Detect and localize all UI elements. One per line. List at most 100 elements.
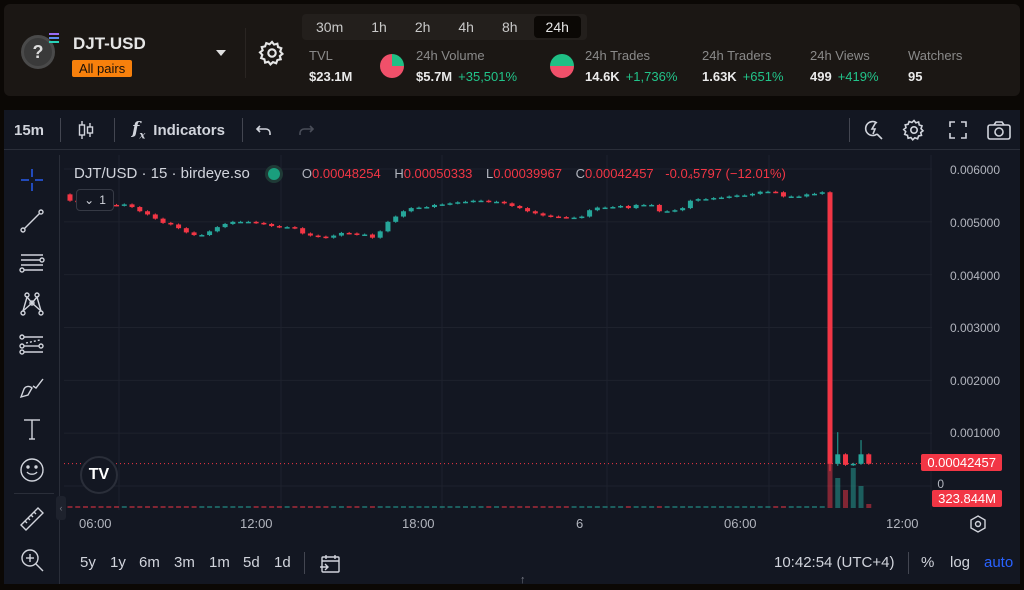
volume-bar [245, 506, 251, 508]
volume-bar [369, 506, 375, 508]
divider [245, 28, 246, 78]
log-toggle[interactable]: log [950, 554, 970, 571]
volume-bar [284, 506, 290, 508]
candle-body [625, 205, 631, 209]
clock[interactable]: 10:42:54 (UTC+4) [774, 554, 894, 571]
candle-body [687, 200, 693, 209]
candle-body [563, 217, 569, 219]
all-pairs-badge[interactable]: All pairs [72, 60, 133, 77]
tradingview-logo[interactable]: TV [80, 456, 118, 494]
range-tab[interactable]: 30m [304, 16, 355, 38]
range-tab-active[interactable]: 24h [533, 16, 581, 38]
candle-body [354, 233, 360, 235]
volume-bar [400, 506, 406, 508]
crosshair-icon[interactable] [18, 166, 46, 194]
camera-icon[interactable] [986, 118, 1012, 142]
volume-bar [788, 506, 794, 508]
range-button[interactable]: 3m [174, 554, 195, 571]
candles-icon[interactable] [76, 118, 96, 142]
range-tab[interactable]: 8h [490, 16, 530, 38]
ruler-icon[interactable] [18, 505, 46, 533]
candle-body [680, 208, 686, 211]
volume-bar [835, 478, 841, 508]
interval-button[interactable]: 15m [14, 118, 44, 142]
chevron-down-icon: ⌄ [84, 193, 95, 207]
redo-icon[interactable] [296, 118, 316, 142]
range-button[interactable]: 5d [243, 554, 260, 571]
goto-date-icon[interactable] [318, 552, 342, 576]
candle-body [641, 204, 647, 207]
resize-handle-icon[interactable]: ↑ [520, 574, 526, 586]
range-tab[interactable]: 2h [403, 16, 443, 38]
candle-body [292, 227, 298, 229]
candle-body [602, 207, 608, 210]
volume-bar [587, 506, 593, 508]
text-icon[interactable] [18, 415, 46, 443]
candle-body [796, 196, 802, 198]
range-button[interactable]: 1y [110, 554, 126, 571]
emoji-icon[interactable] [18, 456, 46, 484]
candle-body [307, 233, 313, 236]
close-value: 0.00042457 [584, 166, 654, 181]
volume-bar [253, 506, 259, 508]
candle-body [168, 222, 174, 225]
settings-icon[interactable] [902, 118, 926, 142]
candle-body [214, 227, 220, 232]
candle-body [649, 204, 655, 207]
fib-icon[interactable] [18, 332, 46, 360]
volume-bar [214, 506, 220, 508]
range-tab[interactable]: 1h [359, 16, 399, 38]
quick-search-icon[interactable] [862, 118, 886, 142]
price-chart[interactable] [64, 155, 932, 510]
undo-icon[interactable] [254, 118, 274, 142]
stat-label: 24h Volume [416, 48, 485, 63]
fx-icon: fx [132, 118, 146, 142]
trend-line-icon[interactable] [18, 207, 46, 235]
range-button[interactable]: 6m [139, 554, 160, 571]
high-value: 0.00050333 [403, 166, 473, 181]
candle-body [757, 191, 763, 194]
candle-body [811, 193, 817, 196]
collapse-legend-button[interactable]: ⌄ 1 [76, 189, 114, 211]
candle-body [556, 216, 562, 219]
chart-toolbar: 15m fx Indicators [4, 110, 1020, 150]
volume-bar [796, 506, 802, 508]
caret-down-icon[interactable] [212, 44, 230, 62]
candle-body [238, 221, 244, 224]
range-button[interactable]: 5y [80, 554, 96, 571]
pair-name: DJT-USD [73, 34, 146, 53]
range-button[interactable]: 1m [209, 554, 230, 571]
candle-body [866, 454, 872, 464]
stat-change: +1,736% [625, 69, 678, 84]
range-tab[interactable]: 4h [446, 16, 486, 38]
candle-body [284, 227, 290, 229]
candle-body [269, 223, 275, 227]
volume-bar [811, 506, 817, 508]
trades-pie-icon [550, 54, 574, 78]
auto-toggle[interactable]: auto [984, 554, 1013, 571]
percent-toggle[interactable]: % [921, 554, 934, 571]
pattern-icon[interactable] [18, 290, 46, 318]
candle-body [369, 234, 375, 238]
volume-bar [90, 506, 96, 508]
zoom-in-icon[interactable] [18, 546, 46, 574]
gear-icon[interactable] [258, 39, 286, 67]
divider [304, 552, 305, 574]
fullscreen-icon[interactable] [946, 118, 970, 142]
candle-body [408, 208, 414, 212]
divider [849, 118, 850, 142]
volume-bar [610, 506, 616, 508]
volume-bar [641, 506, 647, 508]
candle-body [152, 214, 158, 219]
indicators-button[interactable]: fx Indicators [132, 118, 225, 142]
volume-bar [300, 506, 306, 508]
axis-settings-icon[interactable] [968, 514, 988, 534]
time-tick: 12:00 [240, 516, 273, 531]
range-button[interactable]: 1d [274, 554, 291, 571]
price-tick: 0 [937, 477, 944, 491]
volume-bar [377, 506, 383, 508]
price-tick: 0.006000 [949, 163, 1000, 177]
horizontal-lines-icon[interactable] [18, 249, 46, 277]
volume-bar [455, 506, 461, 508]
brush-icon[interactable] [18, 373, 46, 401]
